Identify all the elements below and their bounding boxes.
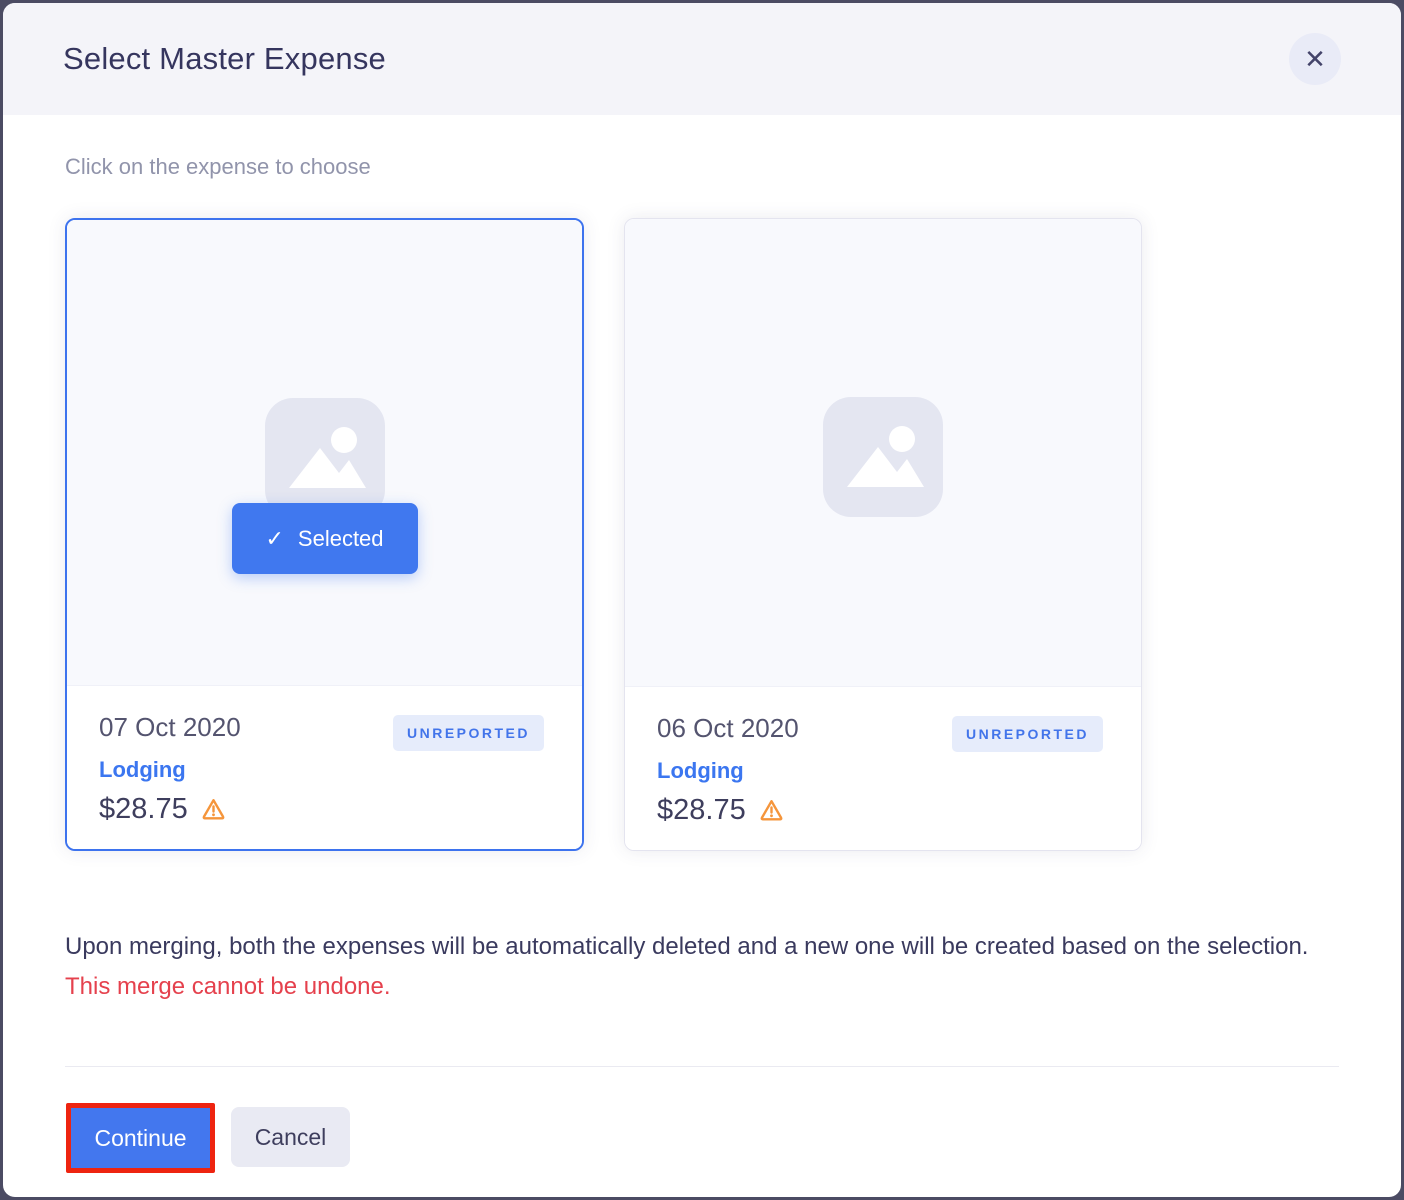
status-badge: UNREPORTED (393, 715, 544, 751)
merge-note-text: Upon merging, both the expenses will be … (65, 933, 1308, 960)
receipt-preview-area: ✓ Selected (67, 220, 582, 689)
dialog-subtitle: Click on the expense to choose (65, 154, 371, 180)
expense-card-info: 06 Oct 2020 UNREPORTED Lodging $28.75 (625, 686, 1141, 850)
amount-row: $28.75 (99, 793, 550, 826)
receipt-placeholder (823, 397, 943, 517)
expense-category-link[interactable]: Lodging (99, 757, 186, 783)
receipt-preview-area (625, 219, 1141, 688)
dialog-header: Select Master Expense (3, 3, 1401, 115)
select-master-expense-dialog: Select Master Expense ✕ Click on the exp… (3, 3, 1401, 1197)
selected-label: Selected (298, 526, 384, 552)
amount-row: $28.75 (657, 794, 1109, 827)
expense-amount: $28.75 (99, 793, 188, 826)
cancel-button[interactable]: Cancel (231, 1107, 350, 1167)
close-icon: ✕ (1304, 46, 1326, 72)
receipt-placeholder (265, 398, 385, 518)
expense-category-link[interactable]: Lodging (657, 758, 744, 784)
status-badge: UNREPORTED (952, 716, 1103, 752)
continue-button-highlight: Continue (66, 1103, 215, 1173)
merge-note: Upon merging, both the expenses will be … (65, 927, 1310, 1007)
image-placeholder-icon (823, 397, 943, 517)
expense-card-info: 07 Oct 2020 UNREPORTED Lodging $28.75 (67, 685, 582, 849)
expense-card-selected[interactable]: ✓ Selected 07 Oct 2020 UNREPORTED Lodgin… (65, 218, 584, 851)
expense-amount: $28.75 (657, 794, 746, 827)
selected-button[interactable]: ✓ Selected (232, 503, 418, 574)
continue-button[interactable]: Continue (71, 1108, 210, 1168)
footer-divider (65, 1066, 1339, 1067)
image-placeholder-icon (265, 398, 385, 518)
expense-card-unselected[interactable]: 06 Oct 2020 UNREPORTED Lodging $28.75 (624, 218, 1142, 851)
warning-icon (200, 796, 227, 823)
close-button[interactable]: ✕ (1289, 33, 1341, 85)
warning-icon (758, 797, 785, 824)
check-icon: ✓ (265, 526, 283, 552)
merge-warning-text: This merge cannot be undone. (65, 973, 391, 1000)
dialog-title: Select Master Expense (63, 41, 386, 77)
